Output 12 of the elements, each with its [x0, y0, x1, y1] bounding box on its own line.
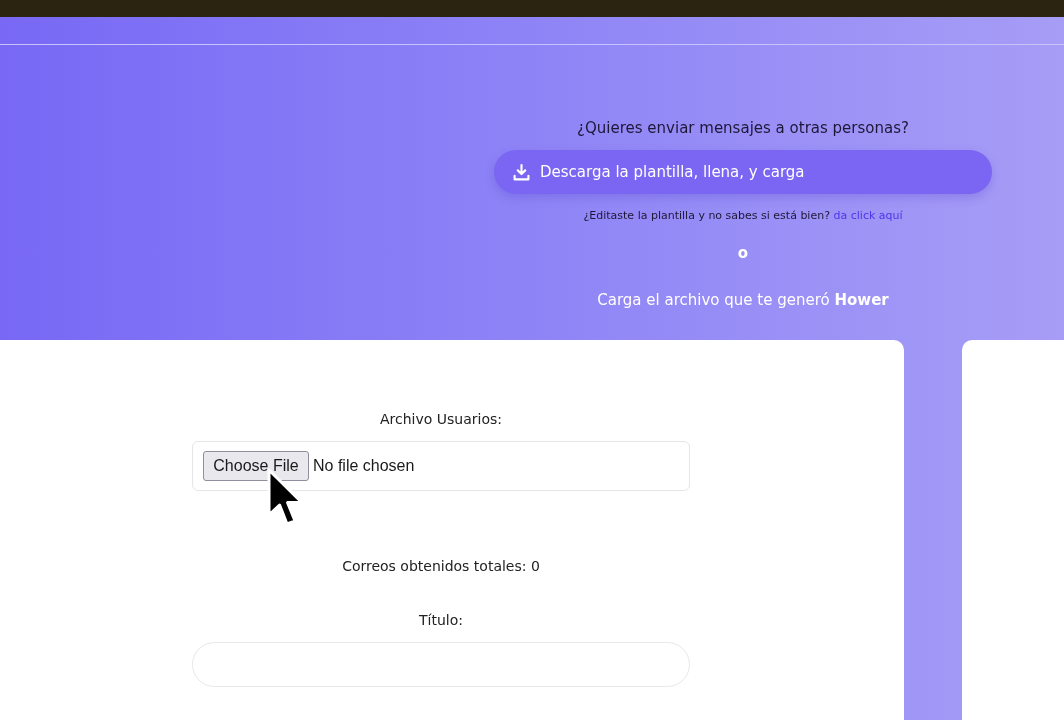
file-label: Archivo Usuarios: — [380, 410, 502, 428]
file-status-text: No file chosen — [313, 456, 415, 476]
email-count-text: Correos obtenidos totales: 0 — [342, 557, 540, 575]
download-icon — [513, 163, 530, 181]
title-label: Título: — [419, 611, 463, 629]
download-template-button[interactable]: Descarga la plantilla, llena, y carga — [494, 150, 992, 194]
file-input[interactable]: Choose File No file chosen — [192, 441, 690, 491]
help-text: ¿Editaste la plantilla y no sabes si está bien? da click aquí — [583, 208, 903, 224]
separator-text: o — [737, 245, 749, 261]
upload-prompt-text: Carga el archivo que te generó Hower — [597, 290, 889, 310]
choose-file-button[interactable]: Choose File — [203, 451, 309, 481]
question-text: ¿Quieres enviar mensajes a otras personas? — [577, 118, 909, 138]
